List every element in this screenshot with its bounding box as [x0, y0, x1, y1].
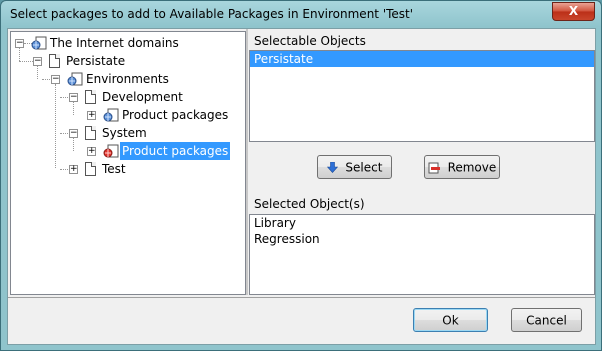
packages-icon-highlighted [103, 144, 119, 158]
select-button-label: Select [345, 160, 383, 175]
expand-icon[interactable]: + [87, 147, 96, 156]
tree-connector [42, 79, 50, 80]
title-bar[interactable]: Select packages to add to Available Pack… [1, 1, 601, 28]
ok-button[interactable]: Ok [413, 308, 488, 332]
collapse-icon[interactable]: − [69, 129, 78, 138]
tree-label: Persistate [66, 54, 126, 68]
environments-icon [67, 72, 83, 86]
tree-label: The Internet domains [50, 36, 179, 50]
tree-connector [19, 48, 20, 61]
tree-label-selected: Product packages [120, 142, 231, 160]
selected-header: Selected Object(s) [249, 195, 595, 213]
button-bar: Ok Cancel [8, 297, 595, 344]
close-button[interactable]: X [552, 2, 595, 21]
list-item[interactable]: Persistate [250, 51, 594, 67]
document-icon [85, 162, 96, 176]
document-icon [85, 126, 96, 140]
selectable-list[interactable]: Persistate [249, 50, 595, 142]
arrow-down-icon [326, 162, 338, 173]
window-title: Select packages to add to Available Pack… [10, 7, 414, 21]
close-icon: X [568, 4, 579, 18]
tree-connector [55, 84, 56, 168]
panel-splitter[interactable] [246, 29, 248, 295]
select-button[interactable]: Select [317, 155, 392, 179]
document-icon [85, 90, 96, 104]
cancel-button-label: Cancel [526, 313, 567, 328]
domain-icon [31, 36, 47, 50]
selected-list[interactable]: Library Regression [249, 214, 595, 295]
tree-label: Product packages [122, 108, 229, 122]
tree-label: Test [102, 162, 126, 176]
list-item[interactable]: Regression [250, 231, 594, 247]
remove-button[interactable]: Remove [424, 155, 500, 179]
expand-icon[interactable]: + [69, 165, 78, 174]
packages-icon [103, 108, 119, 122]
expand-icon[interactable]: + [87, 111, 96, 120]
tree-label: System [102, 126, 147, 140]
tree-connector [60, 169, 68, 170]
tree-label: Development [102, 90, 183, 104]
selectable-header: Selectable Objects [249, 32, 595, 50]
collapse-icon[interactable]: − [33, 57, 42, 66]
tree-connector [60, 97, 68, 98]
collapse-icon[interactable]: − [15, 39, 24, 48]
dialog-body: − The Internet domains − Persistate − En… [7, 28, 596, 345]
remove-icon [428, 162, 440, 173]
tree-label: Environments [86, 72, 169, 86]
tree-connector [73, 102, 74, 115]
collapse-icon[interactable]: − [51, 75, 60, 84]
remove-button-label: Remove [447, 160, 497, 175]
tree-connector [37, 66, 38, 79]
cancel-button[interactable]: Cancel [511, 308, 582, 332]
document-icon [49, 54, 60, 68]
tree-connector [60, 133, 68, 134]
list-item[interactable]: Library [250, 215, 594, 231]
ok-button-label: Ok [442, 313, 459, 328]
tree-connector [73, 138, 74, 151]
dialog-window: Select packages to add to Available Pack… [0, 0, 602, 351]
collapse-icon[interactable]: − [69, 93, 78, 102]
package-tree[interactable]: − The Internet domains − Persistate − En… [10, 31, 246, 295]
